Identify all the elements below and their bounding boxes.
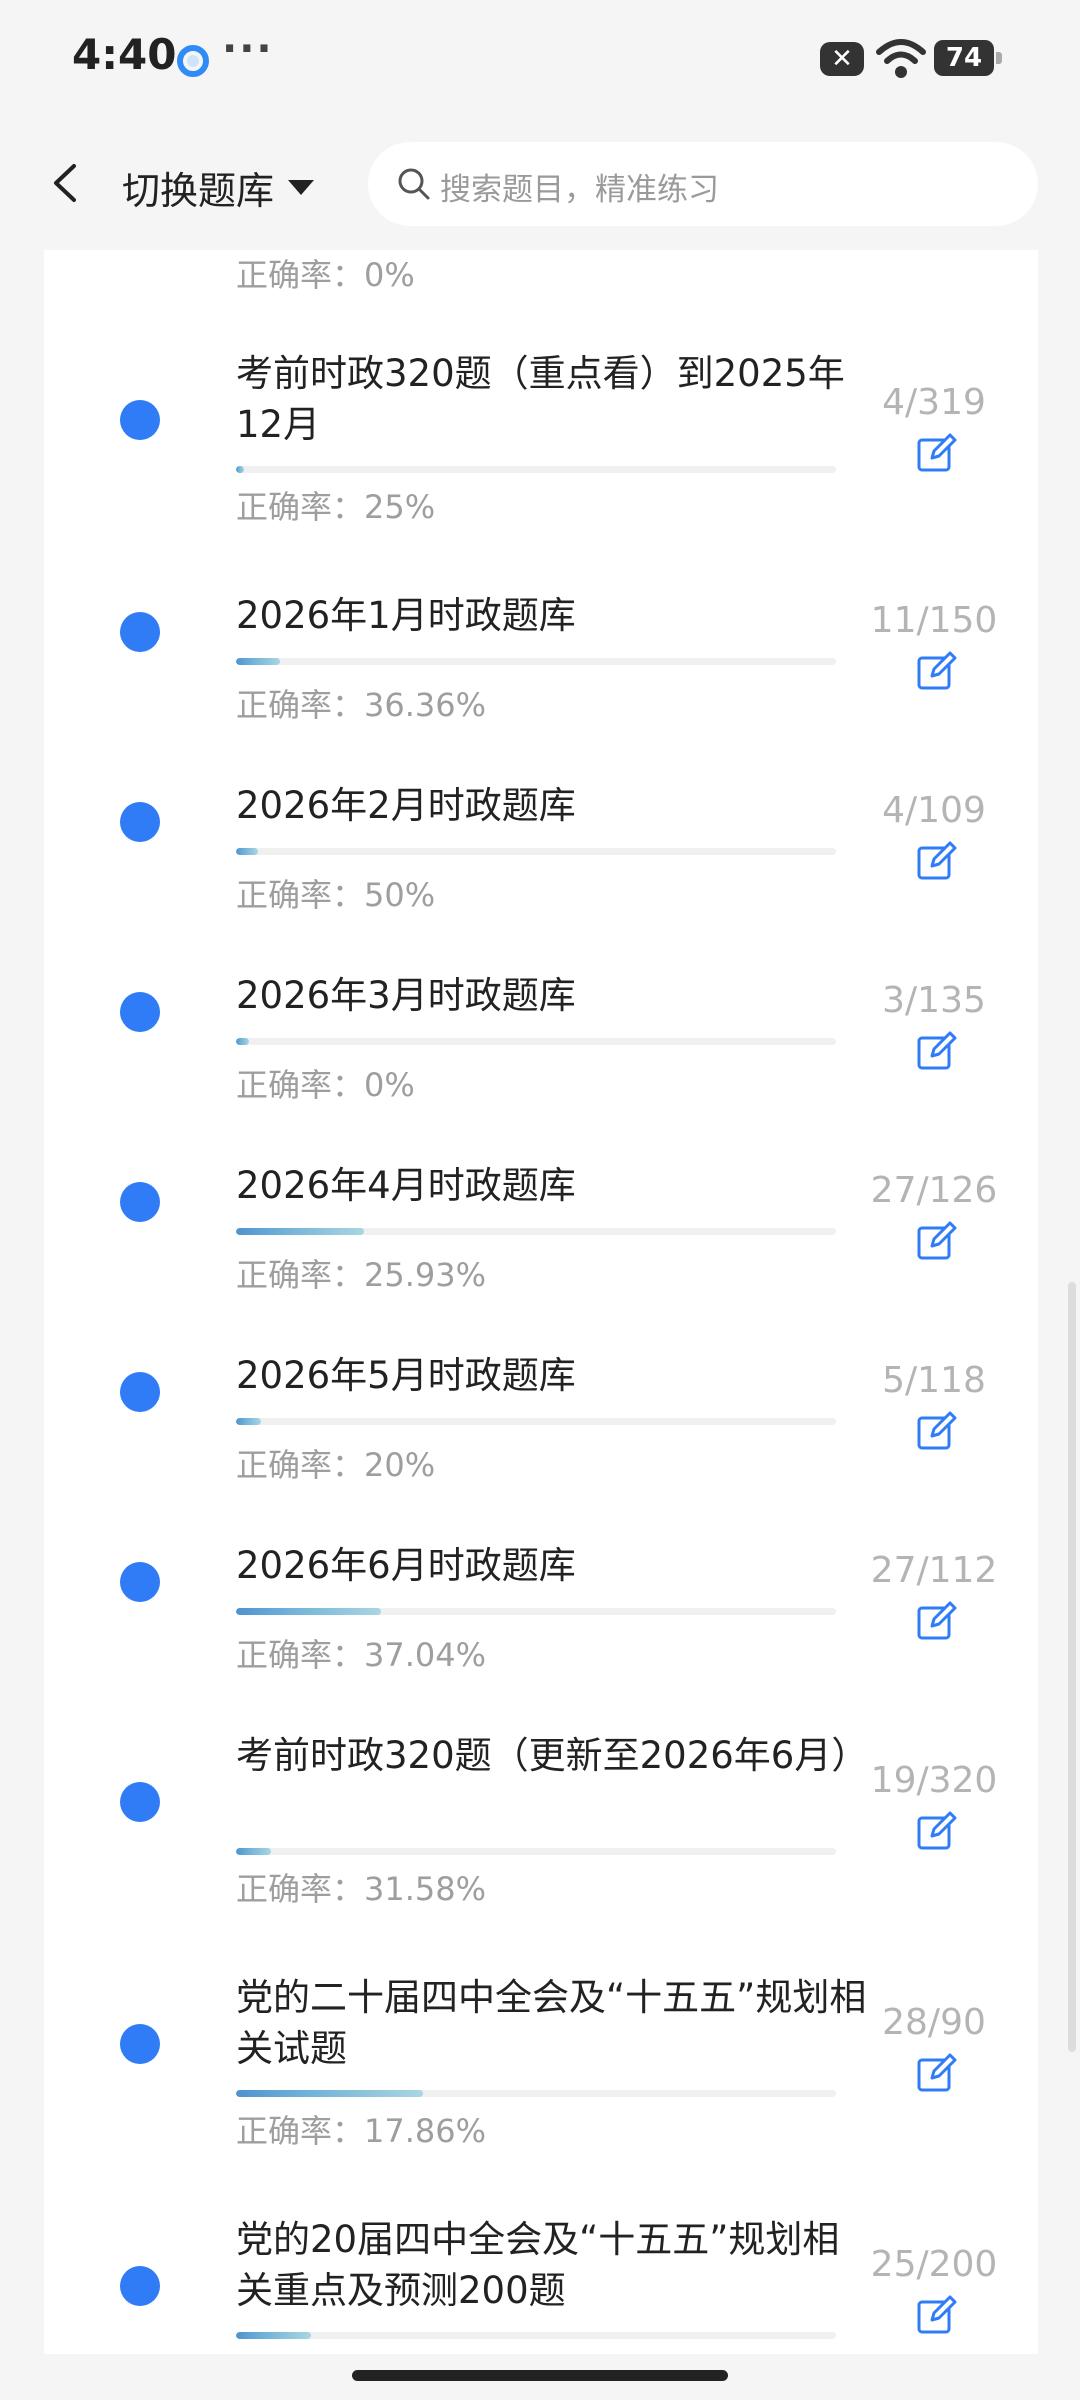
- item-accuracy: 正确率：20%: [236, 1446, 436, 1484]
- progress-bar: [236, 2332, 836, 2339]
- status-dot: [120, 400, 160, 440]
- switch-bank-dropdown[interactable]: 切换题库: [122, 160, 315, 215]
- item-count: 27/126: [870, 1170, 998, 1211]
- progress-bar: [236, 1848, 836, 1855]
- item-count: 5/118: [882, 1360, 986, 1401]
- item-accuracy: 正确率：31.58%: [236, 1870, 487, 1908]
- item-title: 2026年3月时政题库: [236, 974, 576, 1017]
- caret-down-icon: [288, 180, 315, 195]
- question-bank-list: 正确率：0% 考前时政320题（重点看）到2025年12月 正确率：25% 4/…: [44, 250, 1038, 2354]
- item-title: 2026年4月时政题库: [236, 1164, 576, 1207]
- progress-bar: [236, 1418, 836, 1425]
- item-title: 考前时政320题（更新至2026年6月）: [236, 1734, 869, 1777]
- edit-icon[interactable]: [916, 2052, 958, 2094]
- search-icon: [398, 168, 430, 200]
- status-dot: [120, 1782, 160, 1822]
- progress-bar: [236, 1608, 836, 1615]
- top-nav-bar: 切换题库 搜索题目，精准练习: [0, 118, 1080, 250]
- status-time: 4:40: [72, 30, 177, 79]
- item-title: 考前时政320题（重点看）到2025年12月: [236, 352, 845, 446]
- edit-icon[interactable]: [916, 2294, 958, 2336]
- item-count: 4/319: [882, 382, 986, 423]
- progress-fill: [236, 466, 244, 473]
- item-count: 19/320: [870, 1760, 998, 1801]
- progress-bar: [236, 1228, 836, 1235]
- progress-fill: [236, 1848, 272, 1855]
- status-dot: [120, 802, 160, 842]
- item-count: 11/150: [870, 600, 998, 641]
- progress-fill: [236, 658, 280, 665]
- item-accuracy: 正确率：36.36%: [236, 686, 487, 724]
- item-title: 2026年5月时政题库: [236, 1354, 576, 1397]
- chevron-left-icon[interactable]: [42, 158, 92, 208]
- progress-bar: [236, 2090, 836, 2097]
- status-dot: [120, 1372, 160, 1412]
- search-placeholder: 搜索题目，精准练习: [440, 172, 719, 208]
- home-indicator[interactable]: [352, 2370, 728, 2381]
- switch-bank-label: 切换题库: [122, 169, 275, 213]
- progress-bar: [236, 658, 836, 665]
- status-close-badge-icon: ✕: [820, 42, 864, 76]
- progress-fill: [236, 1228, 365, 1235]
- item-accuracy: 正确率：25%: [236, 488, 436, 526]
- progress-bar: [236, 466, 836, 473]
- status-dot: [120, 1562, 160, 1602]
- search-input[interactable]: 搜索题目，精准练习: [368, 142, 1038, 226]
- status-bar: 4:40 ··· ✕ 74: [0, 0, 1080, 118]
- progress-fill: [236, 2090, 423, 2097]
- item-accuracy: 正确率：50%: [236, 876, 436, 914]
- item-title: 党的二十届四中全会及“十五五”规划相关试题: [236, 1976, 867, 2070]
- edit-icon[interactable]: [916, 1220, 958, 1262]
- edit-icon[interactable]: [916, 840, 958, 882]
- item-count: 4/109: [882, 790, 986, 831]
- progress-fill: [236, 2332, 311, 2339]
- status-dot: [120, 1182, 160, 1222]
- edit-icon[interactable]: [916, 1030, 958, 1072]
- status-dot: [120, 2266, 160, 2306]
- item-count: 27/112: [870, 1550, 998, 1591]
- partial-item-rate: 正确率：0%: [236, 256, 415, 294]
- status-dot: [120, 2024, 160, 2064]
- item-accuracy: 正确率：25.93%: [236, 1256, 487, 1294]
- item-title: 2026年2月时政题库: [236, 784, 576, 827]
- progress-fill: [236, 848, 259, 855]
- item-count: 3/135: [882, 980, 986, 1021]
- item-count: 25/200: [870, 2244, 998, 2285]
- battery-indicator: 74: [934, 40, 1002, 76]
- app-notification-icon: [177, 45, 209, 77]
- item-title: 2026年6月时政题库: [236, 1544, 576, 1587]
- edit-icon[interactable]: [916, 432, 958, 474]
- edit-icon[interactable]: [916, 1600, 958, 1642]
- item-title: 党的20届四中全会及“十五五”规划相关重点及预测200题: [236, 2218, 840, 2312]
- edit-icon[interactable]: [916, 650, 958, 692]
- item-count: 28/90: [882, 2002, 986, 2043]
- status-dot: [120, 612, 160, 652]
- progress-bar: [236, 1038, 836, 1045]
- item-accuracy: 正确率：17.86%: [236, 2112, 487, 2150]
- item-accuracy: 正确率：0%: [236, 1066, 415, 1104]
- wifi-icon: [876, 39, 926, 78]
- scrollbar[interactable]: [1068, 1282, 1076, 2052]
- item-title: 2026年1月时政题库: [236, 594, 576, 637]
- progress-fill: [236, 1608, 381, 1615]
- edit-icon[interactable]: [916, 1810, 958, 1852]
- edit-icon[interactable]: [916, 1410, 958, 1452]
- item-accuracy: 正确率：37.04%: [236, 1636, 487, 1674]
- progress-fill: [236, 1038, 250, 1045]
- status-more-dots: ···: [222, 26, 274, 72]
- progress-fill: [236, 1418, 262, 1425]
- status-dot: [120, 992, 160, 1032]
- progress-bar: [236, 848, 836, 855]
